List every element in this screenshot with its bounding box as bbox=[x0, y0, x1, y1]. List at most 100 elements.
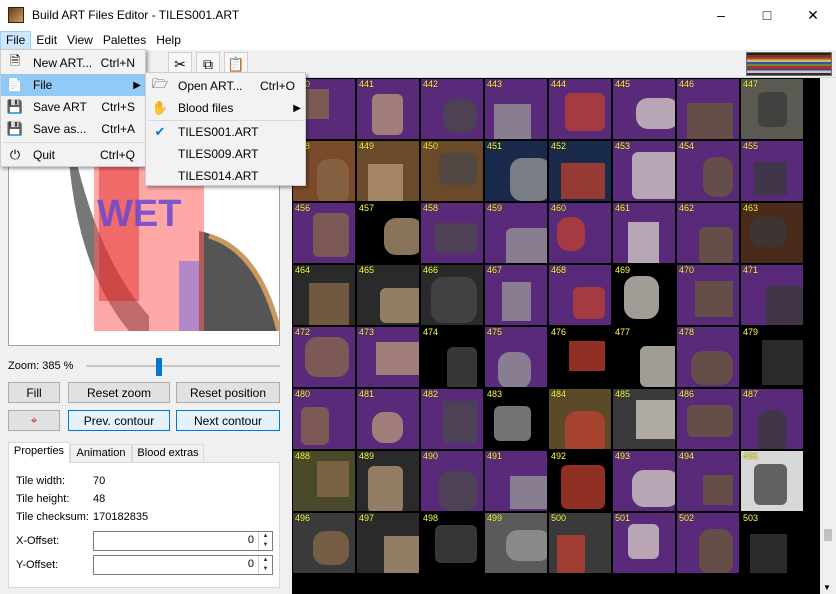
tile-481[interactable]: 481 bbox=[357, 389, 419, 449]
tile-463[interactable]: 463 bbox=[741, 203, 803, 263]
tile-454[interactable]: 454 bbox=[677, 141, 739, 201]
tile-469[interactable]: 469 bbox=[613, 265, 675, 325]
tile-442[interactable]: 442 bbox=[421, 79, 483, 139]
menu-file[interactable]: File bbox=[0, 30, 32, 50]
tile-451[interactable]: 451 bbox=[485, 141, 547, 201]
tile-487[interactable]: 487 bbox=[741, 389, 803, 449]
menu-view[interactable]: View bbox=[62, 31, 98, 50]
tab-blood-extras[interactable]: Blood extras bbox=[132, 444, 204, 462]
tab-properties[interactable]: Properties bbox=[8, 442, 70, 463]
tile-472[interactable]: 472 bbox=[293, 327, 355, 387]
tile-474[interactable]: 474 bbox=[421, 327, 483, 387]
x-offset-spinbox[interactable]: 0 ▲ ▼ bbox=[93, 531, 273, 551]
tile-466[interactable]: 466 bbox=[421, 265, 483, 325]
tile-467[interactable]: 467 bbox=[485, 265, 547, 325]
prev-contour-button[interactable]: Prev. contour bbox=[68, 410, 170, 431]
tile-483[interactable]: 483 bbox=[485, 389, 547, 449]
submenu-tiles001[interactable]: ✔ TILES001.ART bbox=[146, 121, 305, 143]
tile-489[interactable]: 489 bbox=[357, 451, 419, 511]
maximize-icon[interactable]: □ bbox=[744, 0, 790, 30]
fill-button[interactable]: Fill bbox=[8, 382, 60, 403]
tile-503[interactable]: 503 bbox=[741, 513, 803, 573]
tile-457[interactable]: 457 bbox=[357, 203, 419, 263]
tile-492[interactable]: 492 bbox=[549, 451, 611, 511]
tile-498[interactable]: 498 bbox=[421, 513, 483, 573]
tile-475[interactable]: 475 bbox=[485, 327, 547, 387]
tile-496[interactable]: 496 bbox=[293, 513, 355, 573]
close-icon[interactable]: ✕ bbox=[790, 0, 836, 30]
tile-476[interactable]: 476 bbox=[549, 327, 611, 387]
tile-480[interactable]: 480 bbox=[293, 389, 355, 449]
tile-478[interactable]: 478 bbox=[677, 327, 739, 387]
tile-473[interactable]: 473 bbox=[357, 327, 419, 387]
y-offset-spinbox[interactable]: 0 ▲ ▼ bbox=[93, 555, 273, 575]
submenu-blood-files[interactable]: ✋ Blood files ▶ bbox=[146, 97, 305, 119]
tile-499[interactable]: 499 bbox=[485, 513, 547, 573]
tile-494[interactable]: 494 bbox=[677, 451, 739, 511]
tile-443[interactable]: 443 bbox=[485, 79, 547, 139]
menu-palettes[interactable]: Palettes bbox=[98, 31, 151, 50]
tile-488[interactable]: 488 bbox=[293, 451, 355, 511]
tile-449[interactable]: 449 bbox=[357, 141, 419, 201]
scroll-down-icon[interactable]: ▼ bbox=[823, 583, 831, 592]
file-menu-save-art[interactable]: 💾 Save ART Ctrl+S bbox=[1, 96, 145, 118]
tile-441[interactable]: 441 bbox=[357, 79, 419, 139]
tile-461[interactable]: 461 bbox=[613, 203, 675, 263]
tile-446[interactable]: 446 bbox=[677, 79, 739, 139]
next-contour-button[interactable]: Next contour bbox=[176, 410, 280, 431]
tile-502[interactable]: 502 bbox=[677, 513, 739, 573]
tile-447[interactable]: 447 bbox=[741, 79, 803, 139]
scrollbar-thumb[interactable] bbox=[824, 529, 832, 541]
tile-470[interactable]: 470 bbox=[677, 265, 739, 325]
submenu-open-art[interactable]: 🗁 Open ART... Ctrl+O bbox=[146, 75, 305, 97]
menu-edit[interactable]: Edit bbox=[31, 31, 62, 50]
file-menu-new-art[interactable]: 🗎 New ART... Ctrl+N bbox=[1, 52, 145, 74]
tile-501[interactable]: 501 bbox=[613, 513, 675, 573]
tile-464[interactable]: 464 bbox=[293, 265, 355, 325]
submenu-tiles009[interactable]: TILES009.ART bbox=[146, 143, 305, 165]
crosshair-button[interactable]: ⌖ bbox=[8, 410, 60, 431]
file-menu-file[interactable]: 📄 File ▶ bbox=[1, 74, 145, 96]
tile-452[interactable]: 452 bbox=[549, 141, 611, 201]
x-offset-stepper[interactable]: ▲ ▼ bbox=[258, 532, 272, 550]
tile-450[interactable]: 450 bbox=[421, 141, 483, 201]
tile-459[interactable]: 459 bbox=[485, 203, 547, 263]
tile-500[interactable]: 500 bbox=[549, 513, 611, 573]
tile-grid[interactable]: 4404414424434444454464474484494504514524… bbox=[292, 78, 820, 594]
tile-444[interactable]: 444 bbox=[549, 79, 611, 139]
file-menu-save-as[interactable]: 💾 Save as... Ctrl+A bbox=[1, 118, 145, 140]
file-menu-quit[interactable]: ⏻ Quit Ctrl+Q bbox=[1, 144, 145, 166]
minimize-icon[interactable]: – bbox=[698, 0, 744, 30]
zoom-slider-thumb[interactable] bbox=[155, 358, 162, 376]
tile-497[interactable]: 497 bbox=[357, 513, 419, 573]
tile-485[interactable]: 485 bbox=[613, 389, 675, 449]
tile-471[interactable]: 471 bbox=[741, 265, 803, 325]
tile-477[interactable]: 477 bbox=[613, 327, 675, 387]
tile-490[interactable]: 490 bbox=[421, 451, 483, 511]
menu-help[interactable]: Help bbox=[151, 31, 186, 50]
tile-grid-scrollbar[interactable]: ▼ bbox=[820, 78, 836, 594]
tile-456[interactable]: 456 bbox=[293, 203, 355, 263]
tile-453[interactable]: 453 bbox=[613, 141, 675, 201]
tile-491[interactable]: 491 bbox=[485, 451, 547, 511]
reset-position-button[interactable]: Reset position bbox=[176, 382, 280, 403]
tile-460[interactable]: 460 bbox=[549, 203, 611, 263]
zoom-slider[interactable] bbox=[86, 356, 280, 376]
tile-479[interactable]: 479 bbox=[741, 327, 803, 387]
tab-animation[interactable]: Animation bbox=[70, 444, 132, 462]
tile-468[interactable]: 468 bbox=[549, 265, 611, 325]
tile-495[interactable]: 495 bbox=[741, 451, 803, 511]
submenu-tiles014[interactable]: TILES014.ART bbox=[146, 165, 305, 187]
tile-445[interactable]: 445 bbox=[613, 79, 675, 139]
y-offset-stepper[interactable]: ▲ ▼ bbox=[258, 556, 272, 574]
tile-484[interactable]: 484 bbox=[549, 389, 611, 449]
tile-493[interactable]: 493 bbox=[613, 451, 675, 511]
tile-455[interactable]: 455 bbox=[741, 141, 803, 201]
tile-462[interactable]: 462 bbox=[677, 203, 739, 263]
reset-zoom-button[interactable]: Reset zoom bbox=[68, 382, 170, 403]
tile-482[interactable]: 482 bbox=[421, 389, 483, 449]
palette-preview[interactable] bbox=[746, 52, 832, 76]
tile-465[interactable]: 465 bbox=[357, 265, 419, 325]
tile-486[interactable]: 486 bbox=[677, 389, 739, 449]
tile-458[interactable]: 458 bbox=[421, 203, 483, 263]
